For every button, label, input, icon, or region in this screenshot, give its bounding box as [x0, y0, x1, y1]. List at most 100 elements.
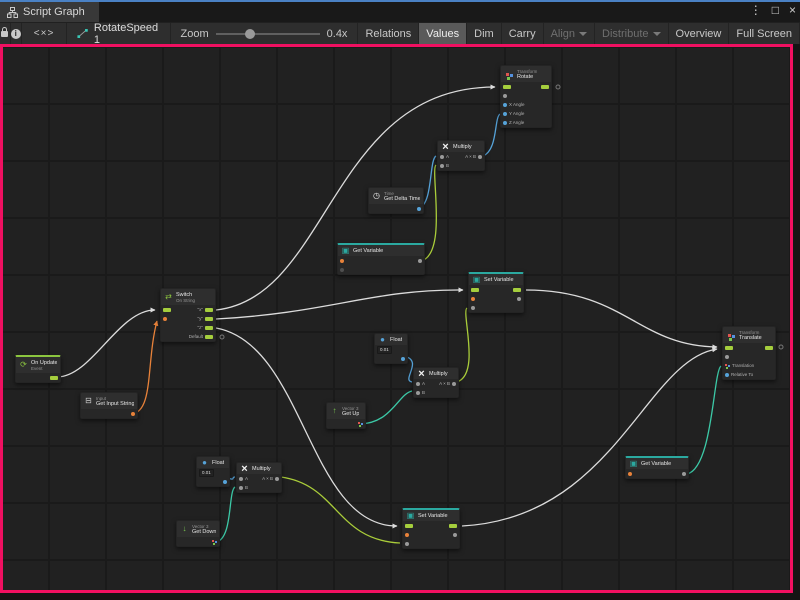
flow-port-out[interactable] — [205, 335, 213, 339]
port-row — [375, 354, 407, 363]
node-subtitle: Event — [31, 366, 57, 371]
gray-port-in[interactable] — [239, 486, 243, 490]
flow-port-out[interactable] — [205, 326, 213, 330]
vector3-port-in[interactable] — [725, 364, 727, 366]
flow-port-in[interactable] — [503, 85, 511, 89]
gray-port-in[interactable] — [416, 391, 420, 395]
blue-port-in[interactable] — [503, 103, 507, 107]
node-get-input-string[interactable]: ⊟InputGet Input String — [80, 392, 138, 419]
gray-port-in[interactable] — [440, 155, 444, 159]
gray-port-in[interactable] — [725, 355, 729, 359]
gray-port-in[interactable] — [440, 164, 444, 168]
toolbar-button-dim[interactable]: Dim — [467, 23, 502, 44]
window-menu-button[interactable]: ⋮ — [750, 3, 762, 17]
blue-port-out[interactable] — [417, 207, 421, 211]
gray-port-in[interactable] — [503, 94, 507, 98]
node-title: Multiply — [252, 466, 271, 472]
node-get-delta-time[interactable]: ◷TimeGet Delta Time — [368, 187, 424, 214]
node-float-mid[interactable]: ●Float0.01 — [374, 333, 408, 364]
vector3-port-out[interactable] — [212, 540, 214, 542]
graph-canvas[interactable] — [0, 44, 793, 593]
flow-port-in[interactable] — [163, 308, 171, 312]
node-title: Set Variable — [418, 513, 448, 519]
node-on-update[interactable]: ⟳On UpdateEvent — [15, 355, 61, 383]
node-multiply-top[interactable]: ×MultiplyAA × BB — [437, 140, 485, 171]
node-float-bottom[interactable]: ●Float0.01 — [196, 456, 230, 487]
gray-port-out[interactable] — [275, 477, 279, 481]
window-close-button[interactable]: × — [789, 3, 796, 17]
graph-icon — [77, 28, 89, 39]
flow-port-out[interactable] — [205, 308, 213, 312]
orange-port-out[interactable] — [131, 412, 135, 416]
node-set-variable-bottom[interactable]: ▣Set Variable — [402, 508, 460, 549]
flow-port-in[interactable] — [405, 524, 413, 528]
gray-port-out[interactable] — [682, 472, 686, 476]
toolbar-buttons: RelationsValuesDimCarryAlignDistributeOv… — [358, 23, 800, 44]
faint-port-in[interactable] — [340, 268, 344, 272]
orange-port-in[interactable] — [340, 259, 344, 263]
toolbar-button-distribute: Distribute — [595, 23, 668, 44]
variable-icon: ▣ — [472, 276, 481, 284]
toolbar-button-carry[interactable]: Carry — [502, 23, 544, 44]
flow-port-out[interactable] — [541, 85, 549, 89]
toolbar-button-values[interactable]: Values — [419, 23, 467, 44]
gray-port-in[interactable] — [416, 382, 420, 386]
blue-port-out[interactable] — [223, 480, 227, 484]
toolbar-button-overview[interactable]: Overview — [669, 23, 730, 44]
gray-port-out[interactable] — [478, 155, 482, 159]
toolbar-button-full-screen[interactable]: Full Screen — [729, 23, 800, 44]
flow-port-out[interactable] — [449, 524, 457, 528]
tab-script-graph[interactable]: Script Graph — [0, 2, 99, 22]
blue-port-in[interactable] — [503, 121, 507, 125]
gray-port-in[interactable] — [405, 542, 409, 546]
port-row: Z Angle — [501, 118, 551, 127]
flow-port-out[interactable] — [205, 317, 213, 321]
value-input[interactable]: 0.01 — [199, 469, 214, 477]
orange-port-in[interactable] — [405, 533, 409, 537]
node-multiply-bottom[interactable]: ×MultiplyAA × BB — [236, 462, 282, 493]
vector3-port-out[interactable] — [358, 422, 360, 424]
code-preview-button[interactable]: <×> — [22, 23, 68, 44]
node-rotate[interactable]: TransformRotateX AngleY AngleZ Angle — [500, 65, 552, 128]
gray-port-in[interactable] — [239, 477, 243, 481]
node-get-variable-right[interactable]: ▣Get Variable — [625, 456, 689, 479]
flow-port-in[interactable] — [471, 288, 479, 292]
blue-port-out[interactable] — [401, 357, 405, 361]
window-maximize-button[interactable]: □ — [772, 3, 779, 17]
graph-title[interactable]: RotateSpeed 1 — [67, 23, 170, 44]
gray-port-out[interactable] — [452, 382, 456, 386]
gray-port-out[interactable] — [517, 297, 521, 301]
node-vector3-get-up[interactable]: ↑Vector 3Get Up — [326, 402, 366, 429]
float-icon: ● — [200, 459, 209, 467]
zoom-slider-thumb[interactable] — [245, 29, 255, 39]
orange-port-in[interactable] — [628, 472, 632, 476]
orange-port-in[interactable] — [163, 317, 167, 321]
node-set-variable-mid[interactable]: ▣Set Variable — [468, 272, 524, 313]
port-label: Translation — [732, 363, 754, 368]
gray-port-out[interactable] — [418, 259, 422, 263]
node-multiply-mid[interactable]: ×MultiplyAA × BB — [413, 367, 459, 398]
flow-port-out[interactable] — [765, 346, 773, 350]
toolbar-button-relations[interactable]: Relations — [358, 23, 419, 44]
info-button[interactable]: i — [11, 23, 22, 44]
lock-button[interactable] — [0, 23, 11, 44]
flow-port-out[interactable] — [50, 376, 58, 380]
gray-port-in[interactable] — [471, 306, 475, 310]
node-vector3-get-down[interactable]: ↓Vector 3Get Down — [176, 520, 220, 547]
port-row — [403, 539, 459, 548]
value-input[interactable]: 0.01 — [377, 346, 392, 354]
zoom-slider[interactable] — [216, 33, 320, 35]
blue-port-in[interactable] — [503, 112, 507, 116]
port-label: A — [422, 381, 425, 386]
port-row — [338, 265, 424, 274]
node-switch-on-string[interactable]: ⇄SwitchOn String"x""y""z"Default — [160, 288, 216, 342]
node-title: Rotate — [517, 74, 537, 80]
node-title: Multiply — [453, 144, 472, 150]
gray-port-out[interactable] — [453, 533, 457, 537]
node-get-variable-top[interactable]: ▣Get Variable — [337, 243, 425, 275]
node-translate[interactable]: TransformTranslateTranslationRelative To — [722, 326, 776, 380]
flow-port-in[interactable] — [725, 346, 733, 350]
orange-port-in[interactable] — [471, 297, 475, 301]
blue-port-in[interactable] — [725, 373, 729, 377]
flow-port-out[interactable] — [513, 288, 521, 292]
